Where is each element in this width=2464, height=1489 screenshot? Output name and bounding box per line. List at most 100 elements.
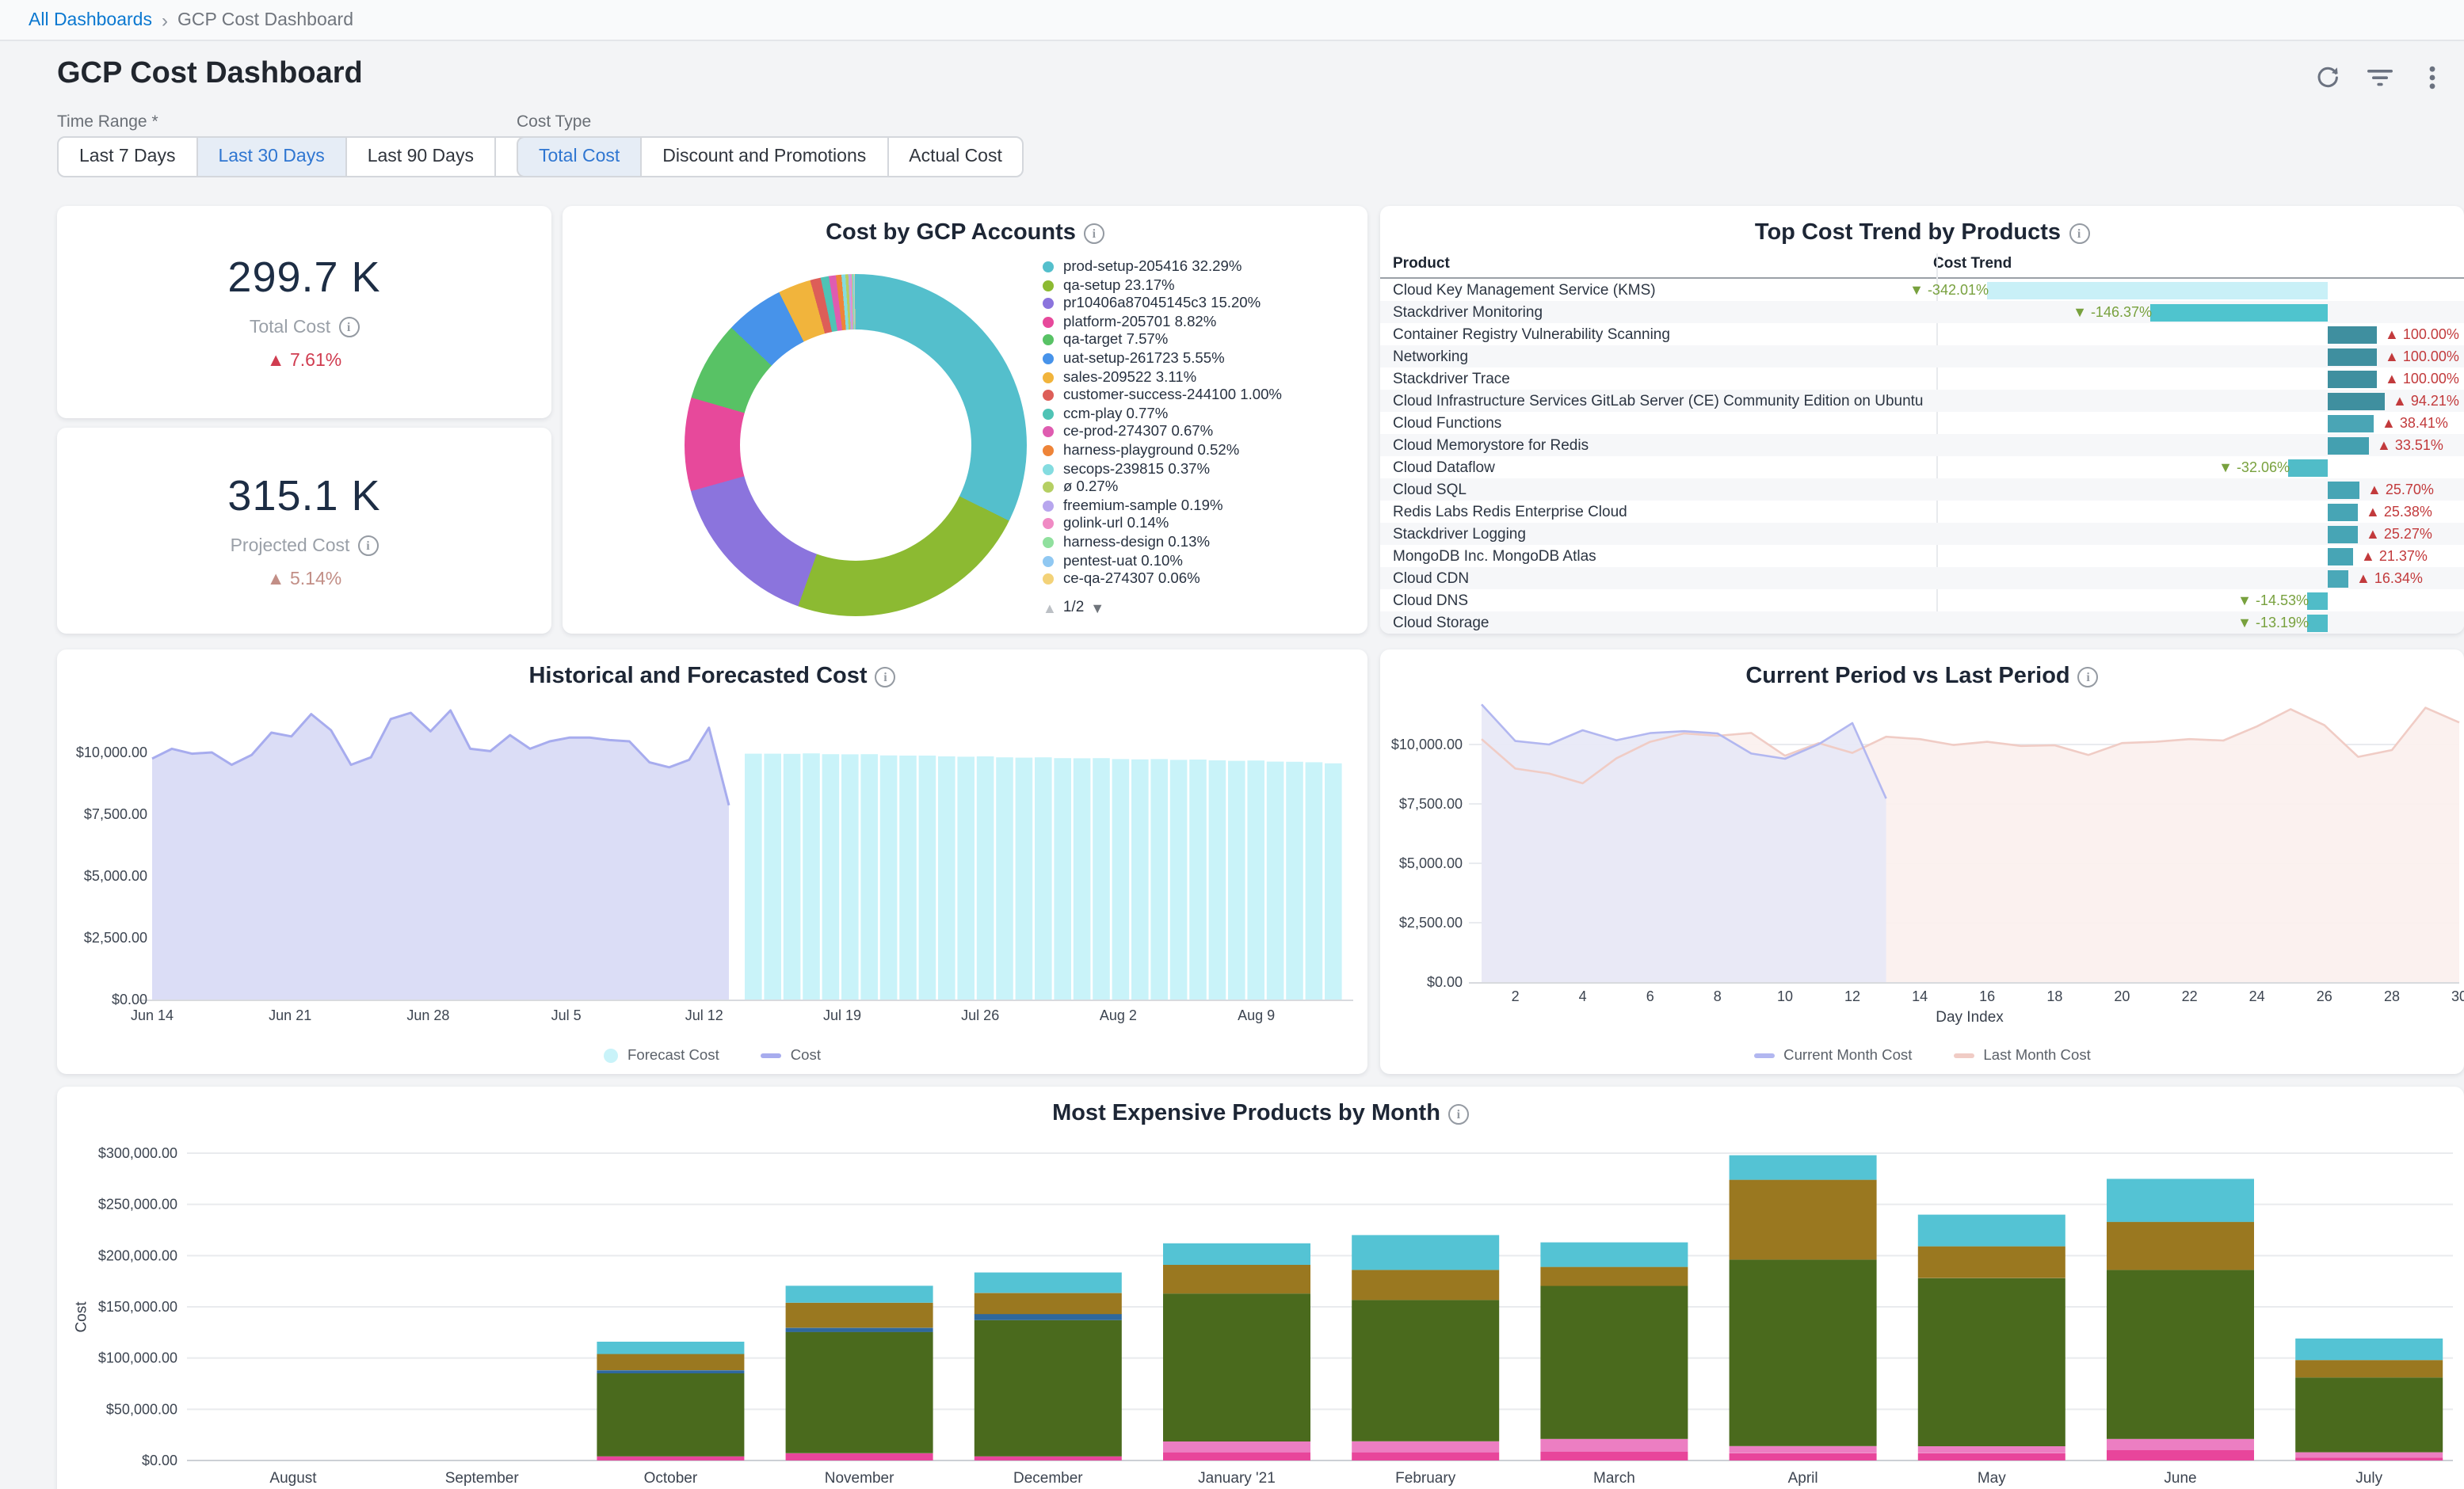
table-row[interactable]: Cloud Key Management Service (KMS)▼ -342… bbox=[1380, 279, 2464, 301]
product-name: Cloud SQL bbox=[1380, 481, 1927, 498]
donut-legend-item[interactable]: pr10406a87045145c3 15.20% bbox=[1043, 295, 1356, 311]
svg-text:$10,000.00: $10,000.00 bbox=[1391, 737, 1463, 752]
donut-legend-item[interactable]: customer-success-244100 1.00% bbox=[1043, 387, 1356, 403]
donut-legend-item[interactable]: harness-design 0.13% bbox=[1043, 534, 1356, 550]
cost-type-option-0[interactable]: Total Cost bbox=[517, 136, 642, 177]
trend-cell: ▼ -32.06% bbox=[1927, 456, 2464, 478]
legend-dot bbox=[1043, 371, 1054, 383]
trend-cell: ▼ -342.01% bbox=[1927, 279, 2464, 301]
panel-title: Current Period vs Last Periodi bbox=[1380, 664, 2464, 689]
donut-legend-item[interactable]: sales-209522 3.11% bbox=[1043, 368, 1356, 385]
trend-cell: ▲ 25.70% bbox=[1927, 478, 2464, 501]
donut-legend-item[interactable]: pentest-uat 0.10% bbox=[1043, 552, 1356, 569]
time-range-option-0[interactable]: Last 7 Days bbox=[57, 136, 197, 177]
svg-text:$100,000.00: $100,000.00 bbox=[98, 1350, 177, 1366]
info-icon[interactable]: i bbox=[875, 667, 896, 687]
page-up-icon[interactable]: ▲ bbox=[1043, 600, 1057, 615]
product-name: MongoDB Inc. MongoDB Atlas bbox=[1380, 547, 1927, 565]
donut-legend-item[interactable]: qa-setup 23.17% bbox=[1043, 276, 1356, 293]
info-icon[interactable]: i bbox=[338, 317, 359, 337]
svg-text:$2,500.00: $2,500.00 bbox=[1399, 915, 1463, 931]
legend-item-last-month[interactable]: Last Month Cost bbox=[1953, 1047, 2090, 1063]
svg-text:$0.00: $0.00 bbox=[142, 1453, 177, 1468]
cost-type-option-2[interactable]: Actual Cost bbox=[887, 136, 1024, 177]
info-icon[interactable]: i bbox=[357, 535, 378, 556]
breadcrumb: All Dashboards › GCP Cost Dashboard bbox=[0, 0, 2464, 41]
table-row[interactable]: Cloud Storage▼ -13.19% bbox=[1380, 611, 2464, 634]
table-row[interactable]: Cloud CDN▲ 16.34% bbox=[1380, 567, 2464, 589]
trend-table-body: Cloud Key Management Service (KMS)▼ -342… bbox=[1380, 279, 2464, 634]
trend-bar bbox=[2328, 547, 2353, 565]
table-row[interactable]: Cloud SQL▲ 25.70% bbox=[1380, 478, 2464, 501]
product-name: Stackdriver Monitoring bbox=[1380, 303, 1927, 321]
table-row[interactable]: Cloud Infrastructure Services GitLab Ser… bbox=[1380, 390, 2464, 412]
legend-dot bbox=[1043, 298, 1054, 309]
donut-legend-item[interactable]: prod-setup-205416 32.29% bbox=[1043, 258, 1356, 275]
filter-button[interactable] bbox=[2364, 63, 2396, 95]
table-row[interactable]: Networking▲ 100.00% bbox=[1380, 345, 2464, 367]
legend-item-forecast-cost[interactable]: Forecast Cost bbox=[604, 1047, 719, 1063]
column-header-cost-trend[interactable]: Cost Trend bbox=[1927, 255, 2012, 272]
legend-dot bbox=[1043, 500, 1054, 511]
trend-value: ▼ -146.37% bbox=[2073, 301, 2152, 323]
gcp-cost-dashboard: All Dashboards › GCP Cost Dashboard GCP … bbox=[0, 0, 2464, 1489]
svg-text:26: 26 bbox=[2317, 988, 2332, 1004]
table-row[interactable]: Redis Labs Redis Enterprise Cloud▲ 25.38… bbox=[1380, 501, 2464, 523]
donut-legend-item[interactable]: secops-239815 0.37% bbox=[1043, 460, 1356, 477]
trend-bar bbox=[2328, 370, 2377, 387]
donut-legend-item[interactable]: golink-url 0.14% bbox=[1043, 516, 1356, 532]
svg-text:$150,000.00: $150,000.00 bbox=[98, 1299, 177, 1315]
total-cost-label: Total Costi bbox=[250, 317, 359, 337]
trend-bar bbox=[2328, 525, 2358, 543]
table-row[interactable]: Cloud Memorystore for Redis▲ 33.51% bbox=[1380, 434, 2464, 456]
donut-legend-item[interactable]: ø 0.27% bbox=[1043, 478, 1356, 495]
projected-cost-label: Projected Costi bbox=[231, 535, 379, 556]
table-row[interactable]: Stackdriver Trace▲ 100.00% bbox=[1380, 367, 2464, 390]
donut-legend: prod-setup-205416 32.29%qa-setup 23.17% p… bbox=[1043, 258, 1356, 588]
table-row[interactable]: Container Registry Vulnerability Scannin… bbox=[1380, 323, 2464, 345]
table-row[interactable]: Cloud Functions▲ 38.41% bbox=[1380, 412, 2464, 434]
legend-item-cost[interactable]: Cost bbox=[761, 1047, 821, 1063]
column-header-product[interactable]: Product bbox=[1380, 255, 1927, 272]
info-icon[interactable]: i bbox=[1084, 223, 1104, 244]
refresh-button[interactable] bbox=[2312, 63, 2344, 95]
table-row[interactable]: MongoDB Inc. MongoDB Atlas▲ 21.37% bbox=[1380, 545, 2464, 567]
svg-text:July: July bbox=[2355, 1470, 2382, 1487]
table-row[interactable]: Stackdriver Logging▲ 25.27% bbox=[1380, 523, 2464, 545]
cost-type-selector: Total CostDiscount and PromotionsActual … bbox=[517, 136, 1024, 177]
product-name: Cloud Dataflow bbox=[1380, 459, 1927, 476]
legend-dot bbox=[1043, 280, 1054, 291]
donut-legend-item[interactable]: harness-playground 0.52% bbox=[1043, 442, 1356, 459]
cost-type-option-1[interactable]: Discount and Promotions bbox=[640, 136, 888, 177]
donut-legend-item[interactable]: uat-setup-261723 5.55% bbox=[1043, 350, 1356, 367]
table-row[interactable]: Cloud Dataflow▼ -32.06% bbox=[1380, 456, 2464, 478]
svg-text:January '21: January '21 bbox=[1198, 1470, 1276, 1487]
info-icon[interactable]: i bbox=[2069, 223, 2089, 244]
legend-label: ce-prod-274307 0.67% bbox=[1063, 424, 1213, 440]
time-range-option-2[interactable]: Last 90 Days bbox=[345, 136, 496, 177]
svg-text:4: 4 bbox=[1579, 988, 1587, 1004]
donut-legend-item[interactable]: ccm-play 0.77% bbox=[1043, 406, 1356, 422]
legend-item-current-month[interactable]: Current Month Cost bbox=[1753, 1047, 1912, 1063]
legend-dot bbox=[1043, 335, 1054, 346]
donut-chart[interactable] bbox=[685, 274, 1027, 616]
trend-cell: ▲ 33.51% bbox=[1927, 434, 2464, 456]
donut-legend-item[interactable]: ce-prod-274307 0.67% bbox=[1043, 424, 1356, 440]
svg-text:30: 30 bbox=[2451, 988, 2464, 1004]
more-options-button[interactable] bbox=[2416, 63, 2448, 95]
table-row[interactable]: Cloud DNS▼ -14.53% bbox=[1380, 589, 2464, 611]
trend-bar bbox=[2328, 392, 2385, 409]
time-range-option-1[interactable]: Last 30 Days bbox=[196, 136, 346, 177]
legend-dot bbox=[1043, 573, 1054, 585]
donut-legend-item[interactable]: platform-205701 8.82% bbox=[1043, 314, 1356, 330]
breadcrumb-all-dashboards-link[interactable]: All Dashboards bbox=[29, 10, 152, 29]
trend-value: ▲ 25.38% bbox=[2366, 501, 2432, 523]
info-icon[interactable]: i bbox=[1448, 1104, 1469, 1125]
donut-legend-item[interactable]: freemium-sample 0.19% bbox=[1043, 497, 1356, 513]
donut-legend-item[interactable]: ce-qa-274307 0.06% bbox=[1043, 570, 1356, 587]
page-down-icon[interactable]: ▼ bbox=[1090, 600, 1104, 615]
info-icon[interactable]: i bbox=[2078, 667, 2099, 687]
svg-text:May: May bbox=[1978, 1470, 2006, 1487]
donut-legend-item[interactable]: qa-target 7.57% bbox=[1043, 332, 1356, 348]
table-row[interactable]: Stackdriver Monitoring ▼ -146.37% bbox=[1380, 301, 2464, 323]
